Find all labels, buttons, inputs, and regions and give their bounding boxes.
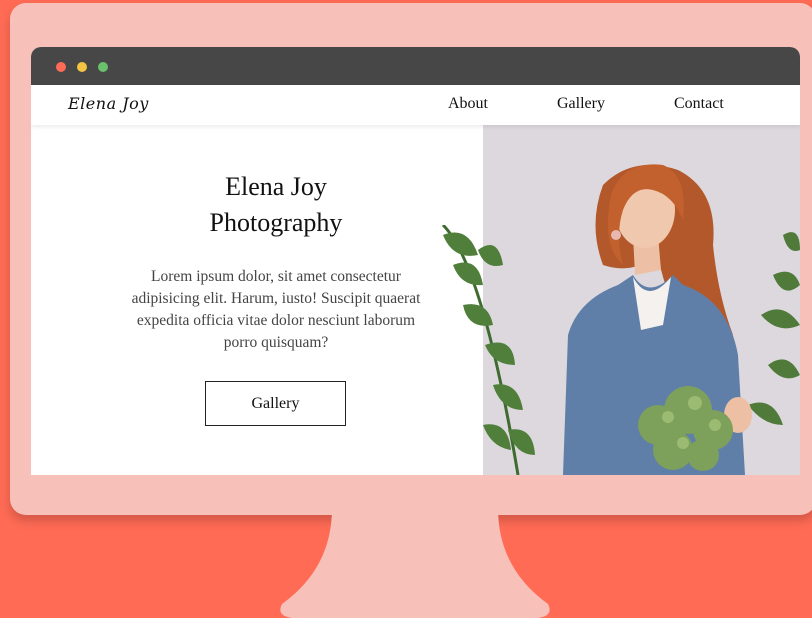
monitor-stand — [280, 508, 550, 618]
gallery-button[interactable]: Gallery — [205, 381, 346, 426]
site-navbar: Elena Joy About Gallery Contact — [31, 85, 800, 125]
hero-description: Lorem ipsum dolor, sit amet consectetur … — [131, 268, 421, 351]
site-logo[interactable]: Elena Joy — [68, 94, 149, 113]
plant-right-icon — [748, 232, 800, 425]
hero-text-section: Elena Joy Photography Lorem ipsum dolor,… — [31, 125, 483, 475]
browser-titlebar — [31, 47, 800, 85]
nav-link-gallery[interactable]: Gallery — [557, 95, 605, 113]
minimize-dot-icon[interactable] — [77, 62, 87, 72]
close-dot-icon[interactable] — [56, 62, 66, 72]
hero-title: Elena Joy Photography — [111, 169, 441, 241]
hero-title-line2: Photography — [209, 208, 343, 237]
plant-left-icon — [441, 225, 535, 475]
nav-link-about[interactable]: About — [448, 95, 488, 113]
nav-link-contact[interactable]: Contact — [674, 95, 724, 113]
browser-window: Elena Joy About Gallery Contact Elena Jo… — [31, 47, 800, 475]
maximize-dot-icon[interactable] — [98, 62, 108, 72]
hero-title-line1: Elena Joy — [225, 172, 327, 201]
